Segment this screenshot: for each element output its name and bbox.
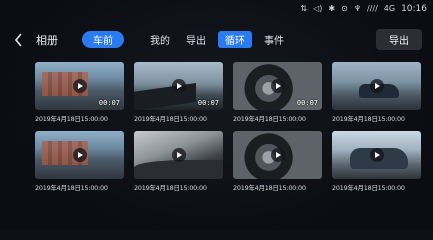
network-type: 4G [383,4,396,13]
play-icon[interactable] [72,79,87,93]
back-button[interactable] [10,31,26,49]
play-icon[interactable] [270,148,285,162]
tab-loop[interactable]: 循环 [218,31,252,48]
location-icon: ⊙ [341,4,348,13]
video-thumbnail[interactable] [35,131,124,179]
play-icon[interactable] [72,148,87,162]
video-thumbnail[interactable]: 00:07 [35,62,124,110]
page-title: 相册 [36,34,58,47]
tab-exported[interactable]: 导出 [182,31,210,48]
volume-icon: ◁) [313,4,323,13]
video-item[interactable]: 00:07 2019年4月18日15:00:00 [134,62,223,123]
video-item[interactable]: 2019年4月18日15:00:00 [35,131,124,192]
video-thumbnail[interactable] [332,62,421,110]
video-date: 2019年4月18日15:00:00 [35,184,108,192]
video-thumbnail[interactable] [134,131,223,179]
video-date: 2019年4月18日15:00:00 [35,115,108,123]
microphone-icon: ♆ [353,4,361,13]
video-grid: 00:07 2019年4月18日15:00:00 00:07 2019年4月18… [35,62,421,192]
chevron-left-icon [14,33,22,47]
status-bar: ⇅ ◁) ✱ ⊙ ♆ //// 4G 10:16 [300,2,427,16]
video-duration: 00:07 [197,99,219,107]
video-item[interactable]: 2019年4月18日15:00:00 [134,131,223,192]
video-date: 2019年4月18日15:00:00 [332,184,405,192]
video-item[interactable]: 2019年4月18日15:00:00 [332,131,421,192]
play-icon[interactable] [270,79,285,93]
bottom-edge [0,230,433,240]
video-item[interactable]: 00:07 2019年4月18日15:00:00 [35,62,124,123]
video-date: 2019年4月18日15:00:00 [233,115,306,123]
video-date: 2019年4月18日15:00:00 [233,184,306,192]
video-date: 2019年4月18日15:00:00 [332,115,405,123]
play-icon[interactable] [171,79,186,93]
video-thumbnail[interactable]: 00:07 [134,62,223,110]
video-duration: 00:07 [98,99,120,107]
clock: 10:16 [401,4,427,14]
video-item[interactable]: 2019年4月18日15:00:00 [233,131,322,192]
play-icon[interactable] [171,148,186,162]
play-icon[interactable] [369,148,384,162]
signal-icon: //// [366,4,378,13]
network-sharing-icon: ⇅ [300,4,308,13]
export-button[interactable]: 导出 [376,29,422,50]
video-item[interactable]: 00:07 2019年4月18日15:00:00 [233,62,322,123]
header-bar: 相册 车前 我的 导出 循环 事件 导出 [0,28,433,52]
tab-mine[interactable]: 我的 [146,31,174,48]
video-thumbnail[interactable]: 00:07 [233,62,322,110]
video-thumbnail[interactable] [233,131,322,179]
play-icon[interactable] [369,79,384,93]
app-screen: ⇅ ◁) ✱ ⊙ ♆ //// 4G 10:16 相册 车前 我的 导出 循环 … [0,0,433,240]
video-date: 2019年4月18日15:00:00 [134,115,207,123]
video-duration: 00:07 [296,99,318,107]
bluetooth-icon: ✱ [328,4,336,13]
video-date: 2019年4月18日15:00:00 [134,184,207,192]
tab-event[interactable]: 事件 [260,31,288,48]
filter-tabs: 我的 导出 循环 事件 [146,31,288,48]
video-thumbnail[interactable] [332,131,421,179]
camera-front-chip[interactable]: 车前 [82,31,124,48]
video-item[interactable]: 2019年4月18日15:00:00 [332,62,421,123]
